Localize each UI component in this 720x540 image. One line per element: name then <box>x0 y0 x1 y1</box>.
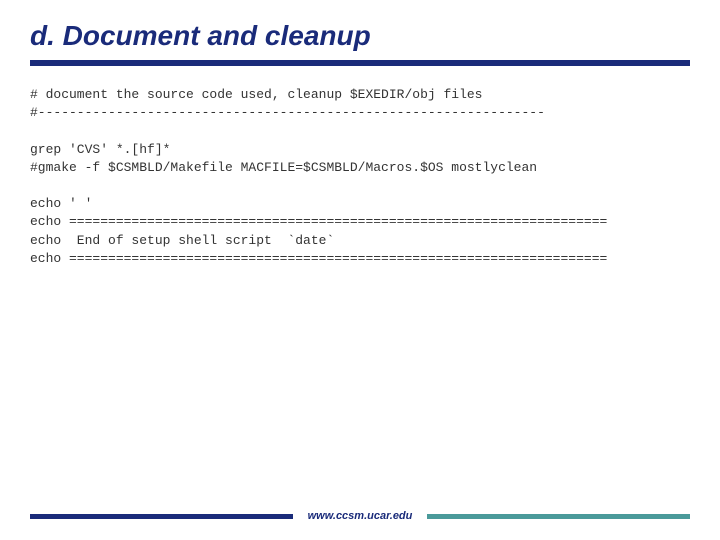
code-block: # document the source code used, cleanup… <box>30 86 690 268</box>
footer: www.ccsm.ucar.edu <box>0 510 720 522</box>
page-title: d. Document and cleanup <box>30 20 690 52</box>
code-line: echo ===================================… <box>30 251 607 266</box>
title-divider <box>30 60 690 66</box>
slide-container: d. Document and cleanup # document the s… <box>0 0 720 540</box>
code-line: grep 'CVS' *.[hf]* <box>30 142 170 157</box>
code-line: #gmake -f $CSMBLD/Makefile MACFILE=$CSMB… <box>30 160 537 175</box>
code-line: echo End of setup shell script `date` <box>30 233 334 248</box>
code-line: # document the source code used, cleanup… <box>30 87 482 102</box>
footer-divider-right <box>427 514 690 519</box>
code-line: echo ===================================… <box>30 214 607 229</box>
code-line: echo ' ' <box>30 196 92 211</box>
code-line: #---------------------------------------… <box>30 105 545 120</box>
footer-divider-left <box>30 514 293 519</box>
footer-url: www.ccsm.ucar.edu <box>293 510 428 522</box>
